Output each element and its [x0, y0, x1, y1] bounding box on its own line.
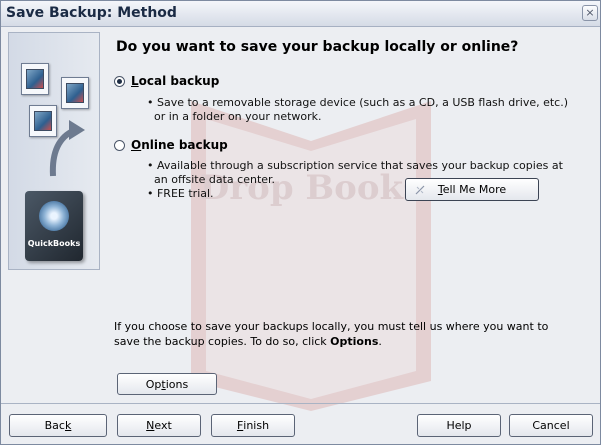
- save-backup-dialog: Save Backup: Method × Drop Books QuickBo…: [0, 0, 601, 445]
- tell-me-more-label: Tell Me More: [437, 183, 507, 196]
- quickbooks-logo: QuickBooks: [25, 191, 83, 261]
- side-illustration: QuickBooks: [8, 32, 100, 270]
- curved-arrow-icon: [49, 120, 85, 177]
- local-bullet-1: • Save to a removable storage device (su…: [147, 96, 569, 109]
- online-backup-option[interactable]: Online backup: [114, 138, 228, 152]
- online-backup-label[interactable]: Online backup: [131, 138, 228, 152]
- next-button[interactable]: Next: [117, 414, 201, 437]
- disc-icon: [39, 201, 69, 231]
- document-icon: [61, 77, 89, 109]
- cancel-button[interactable]: Cancel: [509, 414, 593, 437]
- local-backup-label[interactable]: Local backup: [131, 74, 219, 88]
- online-backup-radio[interactable]: [114, 139, 125, 151]
- window-title: Save Backup: Method: [6, 5, 177, 21]
- back-button[interactable]: Bac k: [9, 414, 107, 437]
- document-icon: [21, 63, 49, 95]
- local-bullet-2: or in a folder on your network.: [154, 110, 322, 123]
- options-button[interactable]: Op t ions: [117, 373, 217, 395]
- info-line-1: If you choose to save your backups local…: [114, 320, 549, 333]
- footer-divider: [1, 403, 600, 404]
- question-heading: Do you want to save your backup locally …: [116, 39, 519, 55]
- help-button[interactable]: Help: [417, 414, 501, 437]
- local-backup-option[interactable]: Local backup: [114, 74, 219, 88]
- title-bar[interactable]: Save Backup: Method ×: [1, 1, 600, 27]
- tell-me-more-button[interactable]: Tell Me More: [405, 178, 539, 201]
- local-backup-radio[interactable]: [114, 75, 125, 87]
- lightbulb-icon: [415, 185, 425, 195]
- options-info-text: If you choose to save your backups local…: [114, 319, 584, 349]
- quickbooks-logo-text: QuickBooks: [27, 239, 81, 248]
- finish-button[interactable]: Finish: [211, 414, 295, 437]
- online-bullet-1: • Available through a subscription servi…: [147, 159, 563, 172]
- online-bullet-3: • FREE trial.: [147, 187, 214, 200]
- online-bullet-2: an offsite data center.: [154, 173, 276, 186]
- info-line-2: save the backup copies. To do so, click …: [114, 335, 382, 348]
- close-icon[interactable]: ×: [582, 5, 598, 21]
- watermark-book-icon: Drop Books: [191, 101, 431, 411]
